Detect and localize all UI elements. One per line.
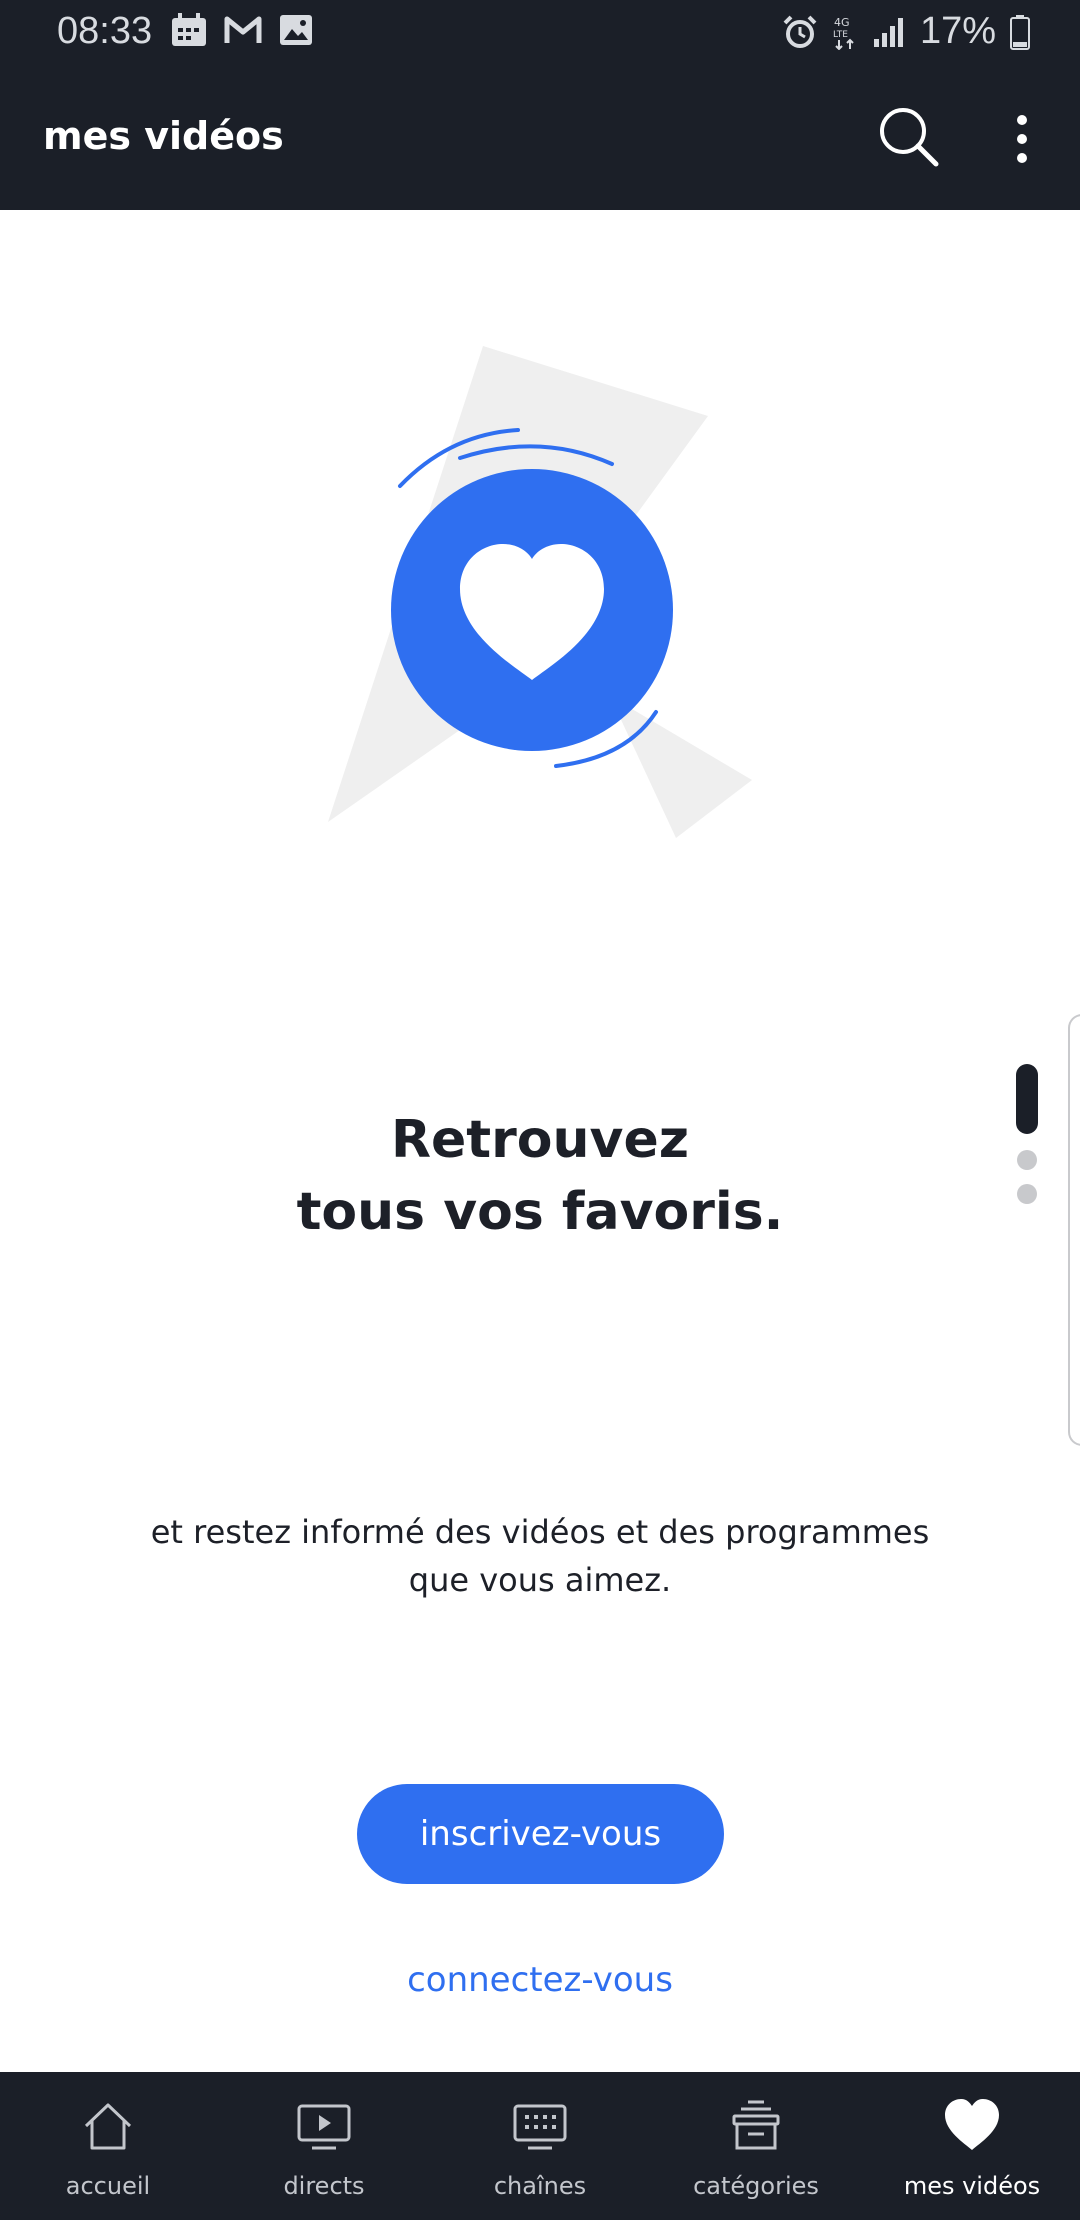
svg-text:4G: 4G [834,16,850,29]
search-icon [880,108,939,167]
login-link[interactable]: connectez-vous [340,1960,740,2000]
live-tv-icon [297,2104,351,2150]
status-time: 08:33 [57,10,153,52]
search-button[interactable] [876,104,942,170]
battery-icon [1010,14,1030,50]
app-bar: mes vidéos [0,64,1080,210]
nav-item-accueil[interactable]: accueil [0,2072,216,2220]
nav-label: mes vidéos [903,2172,1041,2200]
signal-icon [873,17,903,47]
alarm-icon [783,15,817,48]
nav-item-directs[interactable]: directs [216,2072,432,2220]
headline-line-2: tous vos favoris. [296,1182,784,1242]
svg-text:LTE: LTE [833,30,848,40]
favorites-illustration [300,330,780,850]
4g-lte-icon: 4GLTE [833,16,854,50]
status-system-icons: 4G LTE 17% [782,10,1030,53]
nav-item-chaines[interactable]: chaînes [432,2072,648,2220]
more-vert-icon [1017,115,1027,163]
channels-grid-icon [513,2104,567,2150]
heart-icon [945,2099,999,2150]
nav-item-categories[interactable]: catégories [648,2072,864,2220]
subtitle-line-2: que vous aimez. [408,1561,672,1599]
nav-label: directs [283,2172,365,2200]
page-title: mes vidéos [43,114,284,158]
nav-label: chaînes [493,2172,587,2200]
signup-button[interactable]: inscrivez-vous [357,1784,724,1884]
battery-percentage: 17% [919,10,996,52]
nav-label: catégories [693,2172,819,2200]
nav-item-mes-videos[interactable]: mes vidéos [864,2072,1080,2220]
status-notification-icons [170,12,314,48]
bottom-navigation: accueil directs chaînes catégories mes v… [0,2072,1080,2220]
gmail-icon [224,16,262,43]
status-bar: 08:33 4G LTE 17% [0,0,1080,64]
more-options-button[interactable] [1002,106,1042,172]
subtitle-line-1: et restez informé des vidéos et des prog… [150,1513,930,1551]
background-shape-small [610,696,752,838]
calendar-icon [172,13,206,46]
categories-stack-icon [732,2100,780,2150]
nav-label: accueil [65,2172,151,2200]
empty-state-subtitle: et restez informé des vidéos et des prog… [100,1508,980,1604]
gallery-icon [280,15,312,45]
headline-line-1: Retrouvez [391,1110,689,1170]
empty-state-headline: Retrouvez tous vos favoris. [0,1104,1080,1248]
home-icon [84,2103,132,2150]
